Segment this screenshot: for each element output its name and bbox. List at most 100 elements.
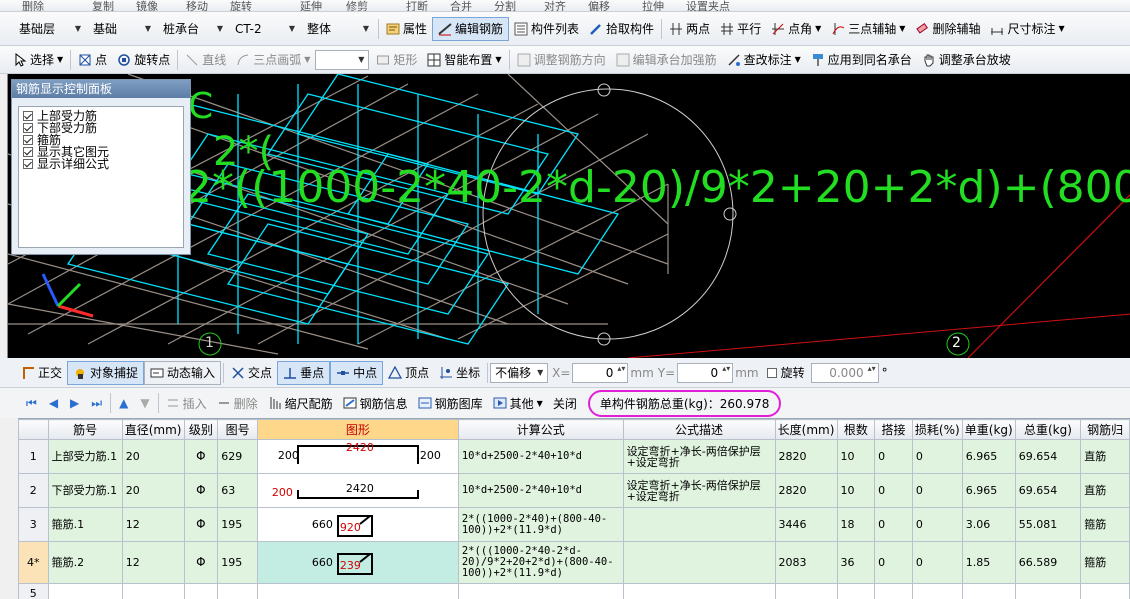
- empty-cell[interactable]: [836, 583, 876, 599]
- vertex-snap[interactable]: 顶点: [383, 361, 434, 385]
- header-cell[interactable]: 单重(kg): [961, 419, 1016, 440]
- component-type-select[interactable]: 桩承台 ▼: [158, 18, 228, 40]
- header-cell[interactable]: 级别: [183, 419, 219, 440]
- header-cell[interactable]: 根数: [836, 419, 876, 440]
- empty-cell[interactable]: [774, 583, 838, 599]
- point-button[interactable]: 点: [73, 48, 112, 72]
- offset-mode-select[interactable]: 不偏移 ▼: [490, 362, 549, 383]
- dimension-button[interactable]: 尺寸标注 ▼: [985, 17, 1069, 41]
- cell-length[interactable]: 3446: [774, 507, 838, 542]
- cell-diameter[interactable]: 12: [121, 507, 185, 542]
- cell-length[interactable]: 2820: [774, 439, 838, 474]
- strip-item[interactable]: 对齐: [544, 0, 566, 11]
- header-cell[interactable]: 筋号: [47, 419, 123, 440]
- header-cell[interactable]: 长度(mm): [774, 419, 838, 440]
- dynamic-input-toggle[interactable]: 动态输入: [144, 360, 222, 385]
- object-snap-toggle[interactable]: 对象捕捉: [67, 360, 145, 385]
- cell-bar-name[interactable]: 上部受力筋.1: [47, 439, 123, 474]
- rectangle-button[interactable]: 矩形: [371, 48, 422, 72]
- header-cell[interactable]: 钢筋归: [1080, 419, 1130, 440]
- cell-total-weight[interactable]: 69.654: [1014, 473, 1082, 508]
- header-cell[interactable]: 公式描述: [622, 419, 776, 440]
- x-offset-input[interactable]: 0: [572, 362, 629, 383]
- cell-diameter[interactable]: 20: [121, 473, 185, 508]
- cell-total-weight[interactable]: 69.654: [1014, 439, 1082, 474]
- component-list-button[interactable]: 构件列表: [509, 17, 584, 41]
- first-record-icon[interactable]: ⏮: [26, 396, 37, 411]
- cell-loss[interactable]: 0: [911, 541, 963, 584]
- cell-shape[interactable]: 200 2420 200: [256, 439, 459, 474]
- cell-length[interactable]: 2820: [774, 473, 838, 508]
- check-mark-button[interactable]: 查改标注 ▼: [722, 48, 806, 72]
- point-angle-button[interactable]: 点角 ▼: [766, 17, 826, 41]
- cell-count[interactable]: 10: [836, 439, 876, 474]
- close-grid-button[interactable]: 关闭: [548, 391, 582, 415]
- cell-formula[interactable]: 2*(((1000-2*40-2*d-20)/9*2+20+2*d)+(800-…: [457, 541, 624, 584]
- cell-shape[interactable]: 660 920: [256, 507, 459, 542]
- cell-figure-no[interactable]: 629: [217, 439, 258, 474]
- header-cell[interactable]: 直径(mm): [121, 419, 185, 440]
- empty-cell[interactable]: [47, 583, 123, 599]
- empty-cell[interactable]: [457, 583, 624, 599]
- cell-figure-no[interactable]: 195: [217, 507, 258, 542]
- cell-figure-no[interactable]: 63: [217, 473, 258, 508]
- prev-record-icon[interactable]: ◀: [49, 396, 58, 410]
- strip-item[interactable]: 旋转: [230, 0, 252, 11]
- cell-total-weight[interactable]: 66.589: [1014, 541, 1082, 584]
- table-row-current[interactable]: 4* 箍筋.2 12 Φ 195 660 239 2*(((1000-2*40-…: [18, 541, 1130, 584]
- three-point-axis-button[interactable]: 三点辅轴 ▼: [826, 17, 910, 41]
- delete-row-button[interactable]: 删除: [212, 391, 263, 415]
- cell-type[interactable]: 箍筋: [1080, 541, 1130, 584]
- adjust-slope-button[interactable]: 调整承台放坡: [917, 48, 1016, 72]
- insert-row-button[interactable]: 插入: [161, 391, 212, 415]
- cell-type[interactable]: 箍筋: [1080, 507, 1130, 542]
- empty-cell[interactable]: [622, 583, 776, 599]
- cell-unit-weight[interactable]: 6.965: [961, 439, 1016, 474]
- rotate-angle-input[interactable]: 0.000: [810, 362, 879, 383]
- perpendicular-snap[interactable]: 垂点: [277, 360, 331, 385]
- cell-diameter[interactable]: 20: [121, 439, 185, 474]
- row-number[interactable]: 4*: [18, 541, 49, 584]
- pick-component-button[interactable]: 拾取构件: [584, 17, 659, 41]
- rotate-checkbox[interactable]: [766, 367, 777, 378]
- cell-unit-weight[interactable]: 6.965: [961, 473, 1016, 508]
- row-number[interactable]: 3: [18, 507, 49, 542]
- cell-lap[interactable]: 0: [874, 473, 913, 508]
- y-offset-input[interactable]: 0: [677, 362, 734, 383]
- empty-cell[interactable]: [121, 583, 185, 599]
- row-number[interactable]: 5: [18, 583, 49, 599]
- line-button[interactable]: 直线: [180, 48, 231, 72]
- checkbox[interactable]: [23, 159, 33, 169]
- table-row[interactable]: 3 箍筋.1 12 Φ 195 660 920 2*((1000-2*40)+(…: [18, 507, 1130, 542]
- cell-formula[interactable]: 10*d+2500-2*40+10*d: [457, 439, 624, 474]
- strip-item[interactable]: 延伸: [300, 0, 322, 11]
- cell-length[interactable]: 2083: [774, 541, 838, 584]
- three-point-arc-button[interactable]: 三点画弧 ▼: [231, 48, 315, 72]
- scope-select[interactable]: 整体 ▼: [302, 18, 374, 40]
- cell-bar-name[interactable]: 箍筋.2: [47, 541, 123, 584]
- cell-grade[interactable]: Φ: [183, 541, 219, 584]
- cell-figure-no[interactable]: 195: [217, 541, 258, 584]
- header-cell[interactable]: 总重(kg): [1014, 419, 1082, 440]
- move-up-icon[interactable]: ▲: [119, 396, 128, 410]
- header-cell[interactable]: 搭接: [874, 419, 913, 440]
- strip-item[interactable]: 合并: [450, 0, 472, 11]
- adjust-rebar-direction-button[interactable]: 调整钢筋方向: [512, 48, 611, 72]
- cell-total-weight[interactable]: 55.081: [1014, 507, 1082, 542]
- two-points-button[interactable]: 两点: [664, 17, 715, 41]
- strip-item[interactable]: 设置夹点: [686, 0, 730, 11]
- attribute-button[interactable]: 属性: [381, 17, 432, 41]
- floor-select[interactable]: 基础层 ▼: [14, 18, 86, 40]
- option-detailed-formula[interactable]: 显示详细公式: [23, 158, 179, 170]
- cell-type[interactable]: 直筋: [1080, 439, 1130, 474]
- other-button[interactable]: 其他 ▼: [488, 391, 548, 415]
- cell-formula-desc[interactable]: [622, 541, 776, 584]
- checkbox[interactable]: [23, 135, 33, 145]
- cell-count[interactable]: 18: [836, 507, 876, 542]
- strip-item[interactable]: 偏移: [588, 0, 610, 11]
- midpoint-snap[interactable]: 中点: [330, 360, 384, 385]
- strip-item[interactable]: 镜像: [136, 0, 158, 11]
- empty-cell[interactable]: [1014, 583, 1082, 599]
- cell-loss[interactable]: 0: [911, 507, 963, 542]
- ortho-toggle[interactable]: 正交: [16, 361, 67, 385]
